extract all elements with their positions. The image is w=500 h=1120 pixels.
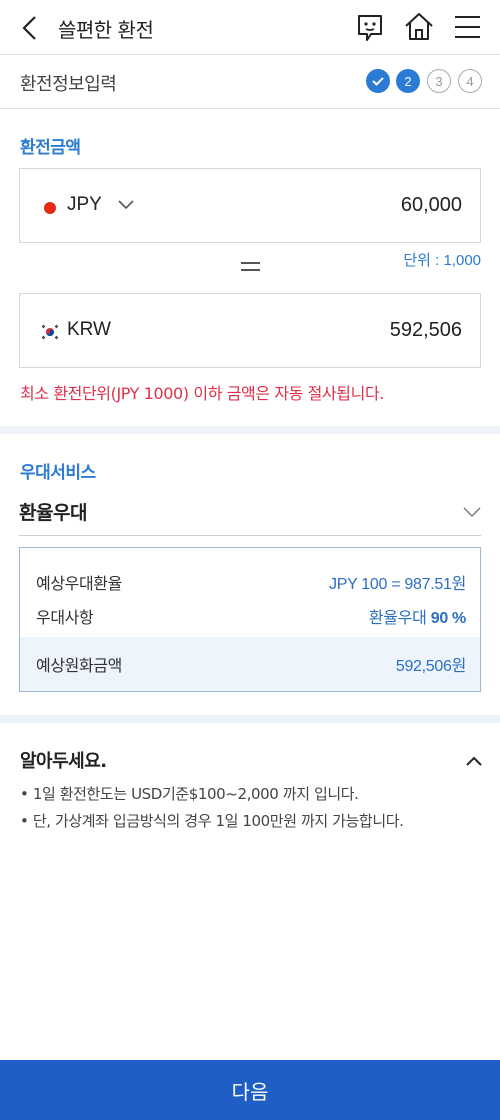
home-icon[interactable] [402, 10, 436, 44]
preferential-select[interactable]: 환율우대 [19, 490, 481, 536]
chevron-down-icon[interactable] [463, 503, 481, 517]
preferential-service-label: 우대서비스 [20, 463, 96, 483]
check-icon [372, 77, 384, 86]
step-2-current: 2 [396, 69, 420, 93]
menu-icon[interactable] [450, 10, 484, 44]
expected-krw-row: 예상원화금액 592,506원 [20, 637, 480, 691]
step-3: 3 [427, 69, 451, 93]
section-divider [0, 426, 500, 434]
benefit-row: 우대사항 환율우대 90 % [20, 598, 480, 628]
from-currency-select[interactable]: JPY [67, 194, 102, 216]
chevron-up-icon[interactable] [466, 752, 482, 766]
from-currency-box[interactable]: JPY 60,000 [19, 168, 481, 243]
preferential-selected-value: 환율우대 [19, 502, 87, 524]
to-currency-code: KRW [67, 319, 111, 340]
section-divider [0, 715, 500, 723]
notice-item: • 단, 가상계좌 입금방식의 경우 1일 100만원 까지 가능합니다. [20, 812, 404, 830]
chevron-down-icon[interactable] [118, 197, 134, 211]
expected-krw-label: 예상원화금액 [36, 656, 122, 675]
to-amount-value: 592,506 [389, 319, 462, 341]
expected-rate-value: JPY 100 = 987.51원 [329, 576, 466, 593]
back-arrow-icon[interactable] [14, 12, 46, 44]
benefit-value: 환율우대 90 % [369, 604, 466, 628]
exchange-amount-label: 환전금액 [20, 138, 81, 158]
step-indicator: 환전정보입력 2 3 4 [0, 55, 500, 109]
benefit-label: 우대사항 [36, 608, 94, 627]
notice-title: 알아두세요. [20, 751, 107, 772]
expected-krw-value: 592,506원 [395, 658, 466, 675]
next-button[interactable]: 다음 [0, 1060, 500, 1120]
page-title: 쓸편한 환전 [58, 18, 154, 42]
to-currency-box: KRW 592,506 [19, 293, 481, 368]
step-1-complete [366, 69, 390, 93]
step-title: 환전정보입력 [20, 74, 117, 95]
benefit-percent: 90 % [430, 610, 467, 627]
chat-icon[interactable] [353, 10, 387, 44]
expected-rate-label: 예상우대환율 [36, 574, 122, 593]
unit-note: 단위 : 1,000 [403, 252, 481, 269]
from-amount-input[interactable]: 60,000 [401, 194, 462, 217]
benefit-prefix: 환율우대 [368, 610, 427, 627]
notice-item: • 1일 환전한도는 USD기준$100~2,000 까지 입니다. [20, 785, 359, 803]
truncation-warning: 최소 환전단위(JPY 1000) 이하 금액은 자동 절사됩니다. [20, 384, 384, 403]
rate-info-box: 예상우대환율 JPY 100 = 987.51원 우대사항 환율우대 90 % … [19, 547, 481, 692]
jpy-flag-icon [44, 202, 56, 214]
step-4: 4 [458, 69, 482, 93]
krw-flag-icon [40, 323, 60, 341]
app-header: 쓸편한 환전 [0, 0, 500, 55]
equals-icon [241, 262, 260, 272]
expected-rate-row: 예상우대환율 JPY 100 = 987.51원 [20, 564, 480, 594]
